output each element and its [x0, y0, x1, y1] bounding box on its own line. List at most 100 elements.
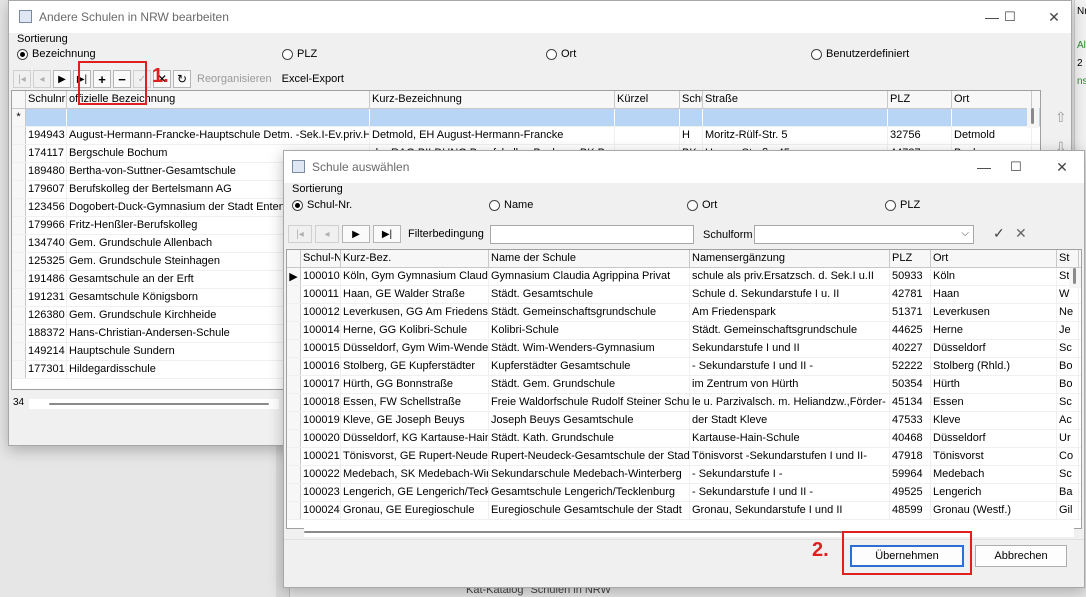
column-header[interactable]: Schul-Nr — [301, 250, 341, 267]
table-cell: 189480 — [26, 163, 67, 180]
horizontal-scrollbar[interactable] — [29, 399, 279, 409]
table-cell: Essen — [931, 394, 1057, 411]
first-record-button[interactable]: |◂ — [288, 225, 312, 243]
radio-icon — [687, 199, 698, 211]
current-row-icon: ▶ — [287, 268, 301, 285]
table-cell: Euregioschule Gesamtschule der Stadt — [489, 502, 690, 519]
table-cell: 52222 — [890, 358, 931, 375]
table-row[interactable]: 100019 Kleve, GE Joseph Beuys Joseph Beuys… — [287, 412, 1081, 430]
prior-record-button[interactable]: ◂ — [315, 225, 339, 243]
table-row-new[interactable]: * — [12, 109, 1040, 127]
table-row[interactable]: ▶ 100010 Köln, Gym Gymnasium Claudia Gymnas… — [287, 268, 1081, 286]
table-cell: Sc — [1057, 466, 1079, 483]
table-cell: 51371 — [890, 304, 931, 321]
table-row[interactable]: 100024 Gronau, GE Euregioschule Euregiosch… — [287, 502, 1081, 520]
table-row[interactable]: 194943 August-Hermann-Francke-Hauptschule… — [12, 127, 1040, 145]
first-record-button[interactable]: |◂ — [13, 70, 31, 88]
excel-export-button[interactable]: Excel-Export — [278, 73, 348, 85]
refresh-button[interactable]: ↻ — [173, 70, 191, 88]
scrollbar-thumb[interactable] — [304, 531, 879, 533]
table-cell: - Sekundarstufe I - — [690, 466, 890, 483]
table-cell: 174117 — [26, 145, 67, 162]
cancel-button[interactable]: Abbrechen — [975, 545, 1067, 567]
column-header[interactable]: PLZ — [890, 250, 931, 267]
sort-radio-name[interactable]: Name — [489, 199, 533, 211]
table-cell: 179607 — [26, 181, 67, 198]
reorganize-button[interactable]: Reorganisieren — [193, 73, 276, 85]
table-row[interactable]: 100012 Leverkusen, GG Am Friedensp Städt. … — [287, 304, 1081, 322]
column-header[interactable]: Schulnr — [26, 91, 67, 108]
table-cell: Sc — [1057, 394, 1079, 411]
table-cell: Sc — [1057, 340, 1079, 357]
table-cell: Hürth, GG Bonnstraße — [341, 376, 489, 393]
sort-radio-plz[interactable]: PLZ — [282, 48, 317, 60]
close-icon[interactable]: ✕ — [1039, 7, 1069, 27]
table-row[interactable]: 100016 Stolberg, GE Kupferstädter Kupferst… — [287, 358, 1081, 376]
table-cell: 40227 — [890, 340, 931, 357]
table-cell: der Stadt Kleve — [690, 412, 890, 429]
minimize-icon[interactable]: — — [969, 157, 999, 177]
filter-input[interactable] — [490, 225, 694, 244]
apply-filter-icon[interactable]: ✓ — [993, 225, 1005, 242]
schoolform-label: Schulform — [703, 229, 753, 241]
table-cell: Co — [1057, 448, 1079, 465]
window-titlebar: Andere Schulen in NRW bearbeiten — ☐ ✕ — [9, 1, 1071, 33]
sort-radio-custom[interactable]: Benutzerdefiniert — [811, 48, 909, 60]
table-cell: Ne — [1057, 304, 1079, 321]
column-header[interactable]: Name der Schule — [489, 250, 690, 267]
table-row[interactable]: 100020 Düsseldorf, KG Kartause-Hain Städt.… — [287, 430, 1081, 448]
table-cell: - Sekundarstufe I und II - — [690, 358, 890, 375]
grid-header: Schul-Nr Kurz-Bez. Name der Schule Namen… — [287, 250, 1081, 268]
table-row[interactable]: 100022 Medebach, SK Medebach-Win Sekundars… — [287, 466, 1081, 484]
window-app-icon — [19, 10, 32, 23]
table-row[interactable]: 100018 Essen, FW Schellstraße Freie Waldor… — [287, 394, 1081, 412]
table-cell: - Sekundarstufe I und II - — [690, 484, 890, 501]
row-indicator — [287, 484, 301, 501]
sort-radio-schulnr[interactable]: Schul-Nr. — [292, 199, 352, 211]
table-cell: Detmold, EH August-Hermann-Francke — [370, 127, 615, 144]
next-record-button[interactable]: ▶ — [53, 70, 71, 88]
last-record-button[interactable]: ▶| — [373, 225, 401, 243]
maximize-icon[interactable]: ☐ — [1001, 157, 1031, 177]
column-header[interactable]: Straße — [703, 91, 888, 108]
table-cell: 45134 — [890, 394, 931, 411]
schoolform-select[interactable]: ⌵ — [754, 225, 974, 244]
sort-radio-ort[interactable]: Ort — [546, 48, 576, 60]
table-cell: Leverkusen — [931, 304, 1057, 321]
clear-filter-icon[interactable]: ✕ — [1015, 225, 1027, 242]
scrollbar-thumb[interactable] — [1073, 268, 1076, 284]
table-cell: Essen, FW Schellstraße — [341, 394, 489, 411]
table-row[interactable]: 100015 Düsseldorf, Gym Wim-Wender Städt. W… — [287, 340, 1081, 358]
column-header[interactable]: Schu — [680, 91, 703, 108]
maximize-icon[interactable]: ☐ — [995, 7, 1025, 27]
table-row[interactable]: 100023 Lengerich, GE Lengerich/Teckl Gesam… — [287, 484, 1081, 502]
sort-radio-bezeichnung[interactable]: Bezeichnung — [17, 48, 96, 60]
sort-radio-plz[interactable]: PLZ — [885, 199, 920, 211]
vertical-scrollbar[interactable] — [1027, 108, 1039, 128]
arrow-up-icon[interactable]: ⇧ — [1055, 109, 1067, 126]
column-header[interactable]: Kürzel — [615, 91, 680, 108]
radio-selected-icon — [17, 48, 28, 60]
close-icon[interactable]: ✕ — [1047, 157, 1077, 177]
column-header[interactable]: Kurz-Bezeichnung — [370, 91, 615, 108]
column-header[interactable]: Ort — [931, 250, 1057, 267]
table-row[interactable]: 100017 Hürth, GG Bonnstraße Städt. Gem. Gr… — [287, 376, 1081, 394]
radio-label: Ort — [702, 199, 718, 211]
table-cell: Gronau (Westf.) — [931, 502, 1057, 519]
row-indicator — [287, 340, 301, 357]
table-row[interactable]: 100021 Tönisvorst, GE Rupert-Neudec Rupert… — [287, 448, 1081, 466]
column-header[interactable]: Namensergänzung — [690, 250, 890, 267]
column-header[interactable]: Ort — [952, 91, 1032, 108]
column-header[interactable]: Kurz-Bez. — [341, 250, 489, 267]
column-header[interactable]: PLZ — [888, 91, 952, 108]
filter-label: Filterbedingung — [408, 228, 484, 240]
sort-radio-ort[interactable]: Ort — [687, 199, 717, 211]
scrollbar-thumb[interactable] — [49, 403, 269, 405]
table-row[interactable]: 100011 Haan, GE Walder Straße Städt. Gesam… — [287, 286, 1081, 304]
next-record-button[interactable]: ▶ — [342, 225, 370, 243]
table-row[interactable]: 100014 Herne, GG Kolibri-Schule Kolibri-Sc… — [287, 322, 1081, 340]
vertical-scrollbar[interactable] — [1069, 268, 1081, 288]
prior-record-button[interactable]: ◂ — [33, 70, 51, 88]
column-header[interactable]: St — [1057, 250, 1079, 267]
scrollbar-thumb[interactable] — [1031, 108, 1034, 124]
